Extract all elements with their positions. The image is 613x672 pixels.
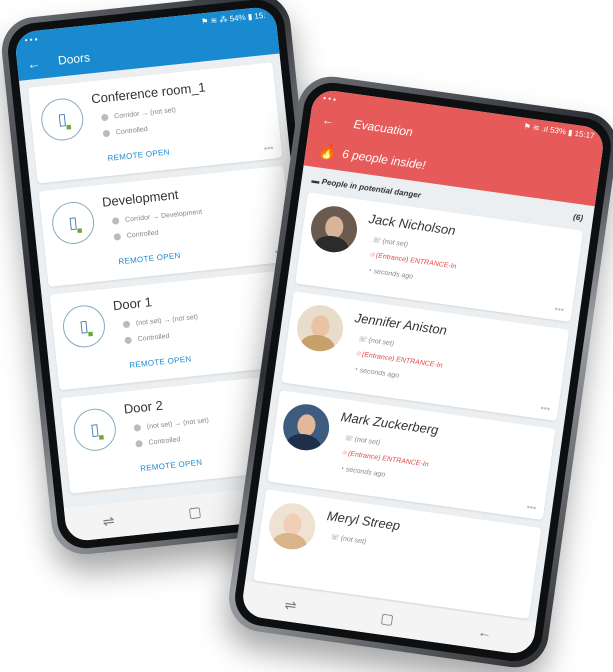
recent-apps-icon[interactable]: ⇌ [102,512,115,530]
back-arrow-icon[interactable]: ← [26,55,40,71]
door-icon: ▯ [60,303,108,350]
door-icon: ▯ [39,96,86,143]
person-location: (Entrance) ENTRANCE-In [361,351,443,370]
avatar-body [271,530,309,553]
person-phone: (not set) [368,337,395,348]
avatar [280,401,333,454]
door-name: Conference room_1 [90,79,207,107]
more-options-icon[interactable]: ••• [554,304,565,315]
location-pin-icon [133,424,142,432]
person-phone: (not set) [340,535,367,546]
door-name: Development [101,186,180,210]
section-count: (6) [572,211,584,223]
lock-icon: ■ [87,328,94,339]
person-time: seconds ago [373,268,414,281]
lock-icon: ■ [76,225,83,236]
avatar [266,500,319,553]
remote-open-button[interactable]: REMOTE OPEN [118,251,181,266]
door-icon: ▯ [50,199,97,247]
location-pin-icon [111,217,120,225]
home-icon[interactable]: ▢ [379,609,395,628]
door-mode: Controlled [137,332,170,344]
mode-icon [135,439,143,448]
person-name: Jack Nicholson [367,211,457,239]
status-left: ▪ • ▪ [322,92,337,104]
location-pin-icon [122,320,131,329]
location-pin-icon [100,113,109,122]
mode-icon [124,336,133,345]
person-location: (Entrance) ENTRANCE-In [347,450,430,469]
person-time: seconds ago [345,466,386,479]
mode-icon [113,233,122,241]
mode-icon [102,129,111,138]
person-phone: (not set) [381,238,409,249]
door-route: (not set) → (not set) [146,417,210,431]
recent-apps-icon[interactable]: ⇌ [284,596,298,614]
door-name: Door 1 [112,294,153,314]
door-card[interactable]: ▯ ■ Conference room_1 Corridor → (not se… [27,62,283,184]
person-name: Mark Zuckerberg [339,409,440,438]
avatar [294,302,347,355]
door-route: Corridor → Development [124,208,203,224]
door-mode: Controlled [115,126,149,137]
home-icon[interactable]: ▢ [187,503,202,521]
door-icon: ▯ [71,406,118,453]
door-mode: Controlled [126,229,159,240]
more-options-icon[interactable]: ••• [263,143,273,154]
door-mode: Controlled [148,436,181,447]
person-location: (Entrance) ENTRANCE-In [375,252,457,271]
person-name: Jennifer Aniston [353,310,448,338]
avatar-body [285,431,323,454]
fire-icon: 🔥 [316,142,338,162]
door-route: (not set) → (not set) [135,313,199,328]
more-options-icon[interactable]: ••• [540,403,551,414]
person-name: Meryl Streep [326,508,402,534]
people-inside-count: 6 people inside! [341,146,427,173]
lock-icon: ■ [98,431,105,443]
status-left: • • ▪ [24,34,39,45]
remote-open-button[interactable]: REMOTE OPEN [140,458,203,473]
more-options-icon[interactable]: ••• [526,502,537,513]
remote-open-button[interactable]: REMOTE OPEN [129,354,192,369]
page-title: Evacuation [352,117,414,140]
avatar [308,203,360,256]
back-icon[interactable]: ← [477,623,493,641]
back-arrow-icon[interactable]: ← [321,113,335,129]
avatar-body [299,332,336,355]
person-time: seconds ago [359,367,400,380]
door-card[interactable]: ▯ ■ Development Corridor → Development C… [38,165,294,287]
person-phone: (not set) [354,436,381,447]
lock-icon: ■ [65,121,73,133]
avatar-body [313,233,350,256]
page-title: Doors [57,50,91,68]
remote-open-button[interactable]: REMOTE OPEN [107,147,170,162]
door-route: Corridor → (not set) [113,106,177,121]
door-name: Door 2 [123,397,164,417]
